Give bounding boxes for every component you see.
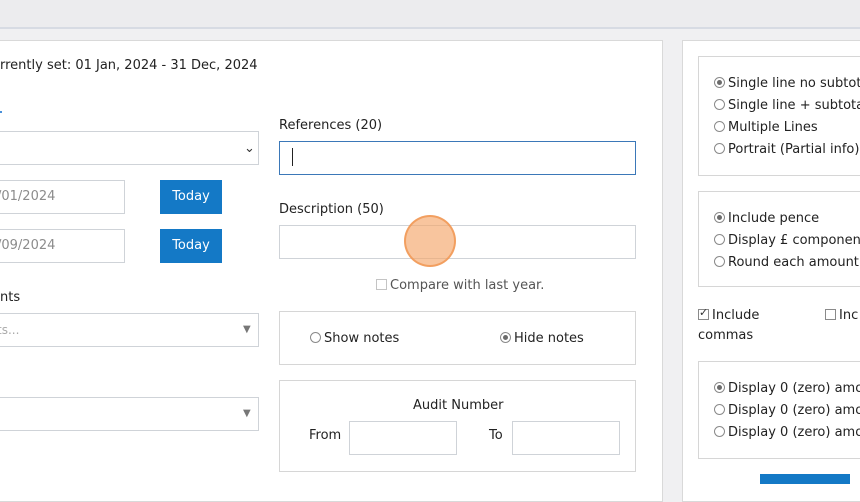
zero-option-label: Display 0 (zero) amo	[728, 425, 860, 440]
audit-to-input[interactable]	[512, 421, 620, 455]
include-other-label: Inc	[839, 308, 859, 323]
secondary-select[interactable]	[0, 397, 259, 431]
layout-radio[interactable]	[714, 121, 725, 132]
audit-number-title: Audit Number	[413, 398, 504, 413]
zero-radio[interactable]	[714, 426, 725, 437]
references-input[interactable]	[279, 141, 636, 175]
chevron-down-icon: ⌄	[244, 141, 255, 156]
period-select[interactable]	[0, 131, 259, 165]
layout-option-single-no-subtotal[interactable]: Single line no subtota	[714, 76, 860, 91]
hide-notes-option[interactable]: Hide notes	[500, 331, 584, 346]
compare-last-year[interactable]: Compare with last year.	[376, 278, 544, 293]
today-to-button[interactable]: Today	[160, 229, 222, 263]
description-input[interactable]	[279, 225, 636, 259]
include-commas-checkbox[interactable]	[698, 306, 709, 320]
date-to-value: /09/2024	[0, 238, 56, 253]
zero-option-2[interactable]: Display 0 (zero) amo	[714, 403, 860, 418]
layout-option-single-subtotal[interactable]: Single line + subtotal	[714, 98, 860, 113]
layout-option-label: Single line + subtotal	[728, 98, 860, 113]
show-notes-radio[interactable]	[310, 332, 321, 343]
layout-option-portrait[interactable]: Portrait (Partial info)	[714, 142, 859, 157]
pence-option-round[interactable]: Round each amount	[714, 255, 859, 270]
label-fragment	[0, 111, 2, 113]
show-notes-option[interactable]: Show notes	[310, 331, 399, 346]
include-commas-option[interactable]: Include	[698, 306, 760, 323]
pence-radio[interactable]	[714, 212, 725, 223]
include-other-checkbox[interactable]	[825, 309, 836, 320]
references-label: References (20)	[279, 118, 383, 133]
compare-checkbox[interactable]	[376, 279, 387, 290]
top-bar	[0, 0, 860, 29]
compare-label: Compare with last year.	[390, 278, 545, 293]
accounts-select[interactable]: ts...	[0, 313, 259, 347]
include-commas-label-line2: commas	[698, 328, 754, 343]
accounts-placeholder: ts...	[0, 323, 20, 337]
zero-option-label: Display 0 (zero) amo	[728, 381, 860, 396]
hide-notes-label: Hide notes	[514, 331, 584, 346]
click-indicator	[404, 215, 456, 267]
show-notes-label: Show notes	[324, 331, 400, 346]
include-other-option[interactable]: Inc	[825, 308, 858, 323]
today-from-button[interactable]: Today	[160, 180, 222, 214]
zero-option-label: Display 0 (zero) amo	[728, 403, 860, 418]
text-cursor	[292, 148, 293, 166]
date-from-value: /01/2024	[0, 189, 56, 204]
accounts-label: nts	[0, 290, 21, 305]
pence-option-label: Display £ componen	[728, 233, 860, 248]
hide-notes-radio[interactable]	[500, 332, 511, 343]
primary-action-button[interactable]	[760, 474, 850, 484]
pence-radio[interactable]	[714, 234, 725, 245]
zero-radio[interactable]	[714, 404, 725, 415]
layout-radio[interactable]	[714, 99, 725, 110]
date-from-field[interactable]: /01/2024	[0, 180, 125, 214]
include-commas-label: Include	[712, 308, 760, 323]
audit-from-input[interactable]	[349, 421, 457, 455]
pence-option-include[interactable]: Include pence	[714, 211, 819, 226]
description-label: Description (50)	[279, 202, 384, 217]
layout-option-label: Single line no subtota	[728, 76, 860, 91]
layout-radio[interactable]	[714, 143, 725, 154]
pence-option-display-pounds[interactable]: Display £ componen	[714, 233, 860, 248]
layout-option-label: Multiple Lines	[728, 120, 818, 135]
caret-down-icon: ▼	[243, 408, 251, 419]
layout-radio[interactable]	[714, 77, 725, 88]
layout-option-multiple-lines[interactable]: Multiple Lines	[714, 120, 818, 135]
caret-down-icon: ▼	[243, 324, 251, 335]
audit-to-label: To	[489, 428, 503, 443]
layout-options-box	[698, 56, 860, 176]
date-to-field[interactable]: /09/2024	[0, 229, 125, 263]
zero-option-3[interactable]: Display 0 (zero) amo	[714, 425, 860, 440]
pence-option-label: Include pence	[728, 211, 820, 226]
layout-option-label: Portrait (Partial info)	[728, 142, 860, 157]
pence-option-label: Round each amount	[728, 255, 859, 270]
pence-radio[interactable]	[714, 256, 725, 267]
audit-from-label: From	[309, 428, 342, 443]
period-summary: rrently set: 01 Jan, 2024 - 31 Dec, 2024	[0, 58, 258, 73]
zero-radio[interactable]	[714, 382, 725, 393]
zero-option-1[interactable]: Display 0 (zero) amo	[714, 381, 860, 396]
